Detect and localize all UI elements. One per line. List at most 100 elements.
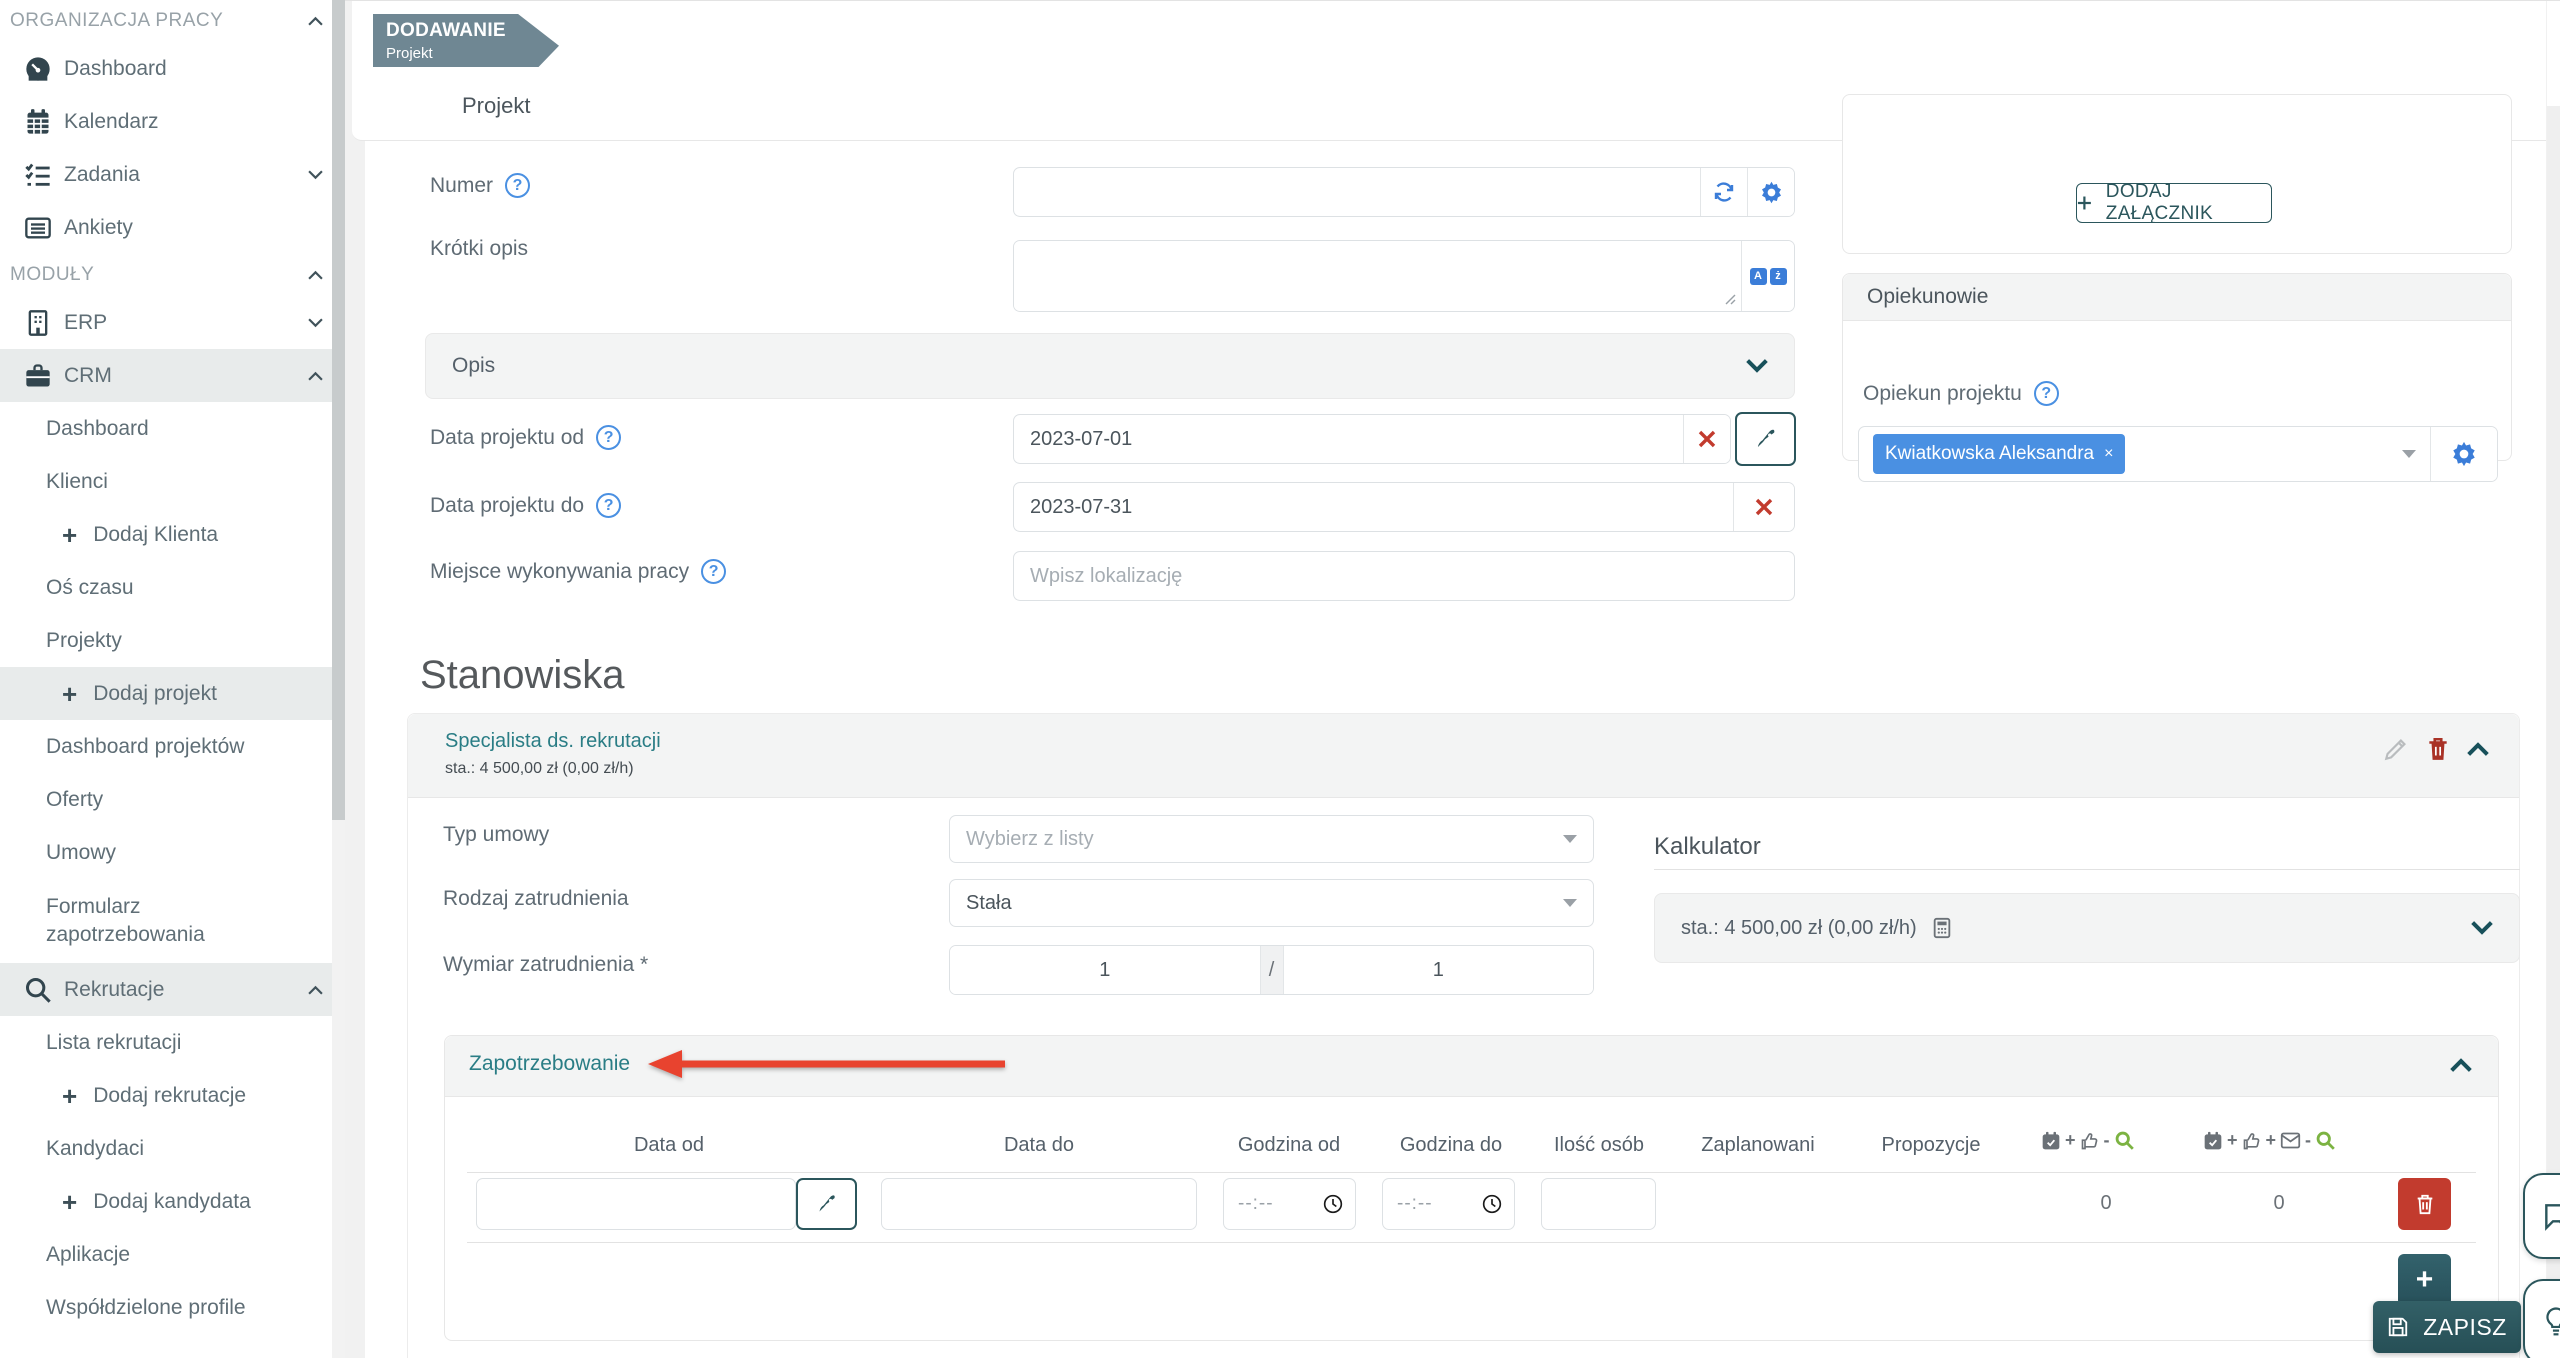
row-quick-date-button[interactable] [796,1178,857,1230]
col-data-od: Data od [569,1134,769,1157]
help-float-button[interactable] [2523,1279,2560,1358]
sidebar-item-dashboard-projektow[interactable]: Dashboard projektów [0,720,345,773]
sidebar-item-klienci[interactable]: Klienci [0,455,345,508]
calendar-check-icon [2203,1131,2223,1151]
tab-projekt[interactable]: Projekt [462,93,530,119]
opis-accordion[interactable]: Opis [425,333,1795,399]
wymiar-denominator-input[interactable]: 1 [1284,946,1594,994]
miejsce-input[interactable] [1013,551,1795,601]
edit-icon[interactable] [2383,736,2409,762]
chevron-up-icon [308,16,323,26]
demand-header[interactable]: Zapotrzebowanie [445,1036,2498,1097]
krotki-opis-textarea[interactable] [1014,241,1741,311]
chat-float-button[interactable] [2523,1173,2560,1259]
add-row-button[interactable]: + [2398,1254,2451,1306]
save-icon [2387,1316,2409,1338]
sidebar-item-zadania[interactable]: Zadania [0,148,345,201]
remove-tag-icon[interactable]: × [2104,445,2113,463]
data-od-input[interactable] [1014,415,1683,463]
help-icon[interactable]: ? [596,425,621,450]
help-icon[interactable]: ? [596,493,621,518]
building-icon [24,309,52,337]
scrollbar-corner [2547,1,2560,106]
numer-label-wrap: Numer ? [430,173,530,198]
main-content: DODAWANIE Projekt Projekt Numer ? Krótki… [345,0,2560,1358]
number-settings-button[interactable] [1747,168,1794,216]
sidebar-item-aplikacje[interactable]: Aplikacje [0,1228,345,1281]
sidebar-item-crm-dashboard[interactable]: Dashboard [0,402,345,455]
sidebar-scrollbar[interactable] [332,0,345,1358]
add-attachment-button[interactable]: DODAJ ZAŁĄCZNIK [2076,183,2272,223]
sidebar: ORGANIZACJA PRACY Dashboard Kalendarz Za… [0,0,345,1358]
row-planned-count: 0 [2066,1192,2146,1215]
clock-icon [1323,1194,1343,1214]
sidebar-item-os-czasu[interactable]: Oś czasu [0,561,345,614]
search-icon [2114,1130,2135,1151]
sidebar-item-rekrutacje[interactable]: Rekrutacje [0,963,345,1016]
kalkulator-accordion[interactable]: sta.: 4 500,00 zł (0,00 zł/h) [1654,893,2520,963]
guardian-settings-button[interactable] [2430,427,2497,481]
chevron-up-icon[interactable] [2450,1058,2472,1072]
sidebar-item-crm[interactable]: CRM [0,349,345,402]
translate-button[interactable]: Aż [1741,241,1794,311]
row-godzina-od-input[interactable]: --:-- [1223,1178,1356,1230]
resize-grip-icon[interactable] [1724,293,1736,305]
row-ilosc-osob-input[interactable] [1541,1178,1656,1230]
numer-input[interactable] [1014,168,1700,216]
clear-date-od-button[interactable] [1683,415,1730,463]
regenerate-number-button[interactable] [1700,168,1747,216]
numer-group [1013,167,1795,217]
sidebar-item-dodaj-rekrutacje[interactable]: +Dodaj rekrutacje [0,1069,345,1122]
sidebar-section-organizacja[interactable]: ORGANIZACJA PRACY [0,0,345,42]
clear-date-do-button[interactable] [1733,483,1794,531]
row-data-do-input[interactable] [881,1178,1197,1230]
sidebar-item-umowy[interactable]: Umowy [0,826,345,879]
chevron-down-icon [308,170,323,180]
sidebar-item-dodaj-projekt[interactable]: +Dodaj projekt [0,667,345,720]
sidebar-item-dodaj-kandydata[interactable]: +Dodaj kandydata [0,1175,345,1228]
col-zaplanowani: Zaplanowani [1658,1134,1858,1157]
sidebar-item-wspoldzielone-profile[interactable]: Współdzielone profile [0,1281,345,1334]
typ-umowy-label-wrap: Typ umowy [443,823,549,847]
translate-icon: Aż [1750,268,1787,285]
data-do-input[interactable] [1014,483,1733,531]
row-godzina-do-input[interactable]: --:-- [1382,1178,1515,1230]
guardian-multiselect[interactable]: Kwiatkowska Aleksandra × [1859,427,2430,481]
sidebar-scrollbar-thumb[interactable] [332,0,345,820]
quick-date-od-button[interactable] [1735,412,1796,466]
search-icon [24,976,52,1004]
breadcrumb-entity: Projekt [386,45,559,62]
save-button[interactable]: ZAPISZ [2373,1301,2521,1353]
wymiar-numerator-input[interactable]: 1 [950,946,1260,994]
row-delete-button[interactable] [2398,1178,2451,1230]
sidebar-item-projekty[interactable]: Projekty [0,614,345,667]
sidebar-item-dodaj-klienta[interactable]: +Dodaj Klienta [0,508,345,561]
sidebar-section-moduly[interactable]: MODUŁY [0,254,345,296]
sidebar-item-oferty[interactable]: Oferty [0,773,345,826]
sidebar-item-formularz-zapotrzebowania[interactable]: Formularz zapotrzebowania [0,879,345,963]
guardians-card: Opiekunowie Opiekun projektu ? Kwiatkows… [1842,273,2512,461]
sidebar-item-erp[interactable]: ERP [0,296,345,349]
rodzaj-select[interactable]: Stała [949,879,1594,927]
sidebar-item-lista-rekrutacji[interactable]: Lista rekrutacji [0,1016,345,1069]
wymiar-label-wrap: Wymiar zatrudnienia * [443,953,648,977]
typ-umowy-select[interactable]: Wybierz z listy [949,815,1594,863]
survey-icon [24,214,52,242]
help-icon[interactable]: ? [701,559,726,584]
sidebar-item-ankiety[interactable]: Ankiety [0,201,345,254]
gear-icon [1760,181,1783,204]
delete-position-icon[interactable] [2425,736,2451,762]
help-icon[interactable]: ? [505,173,530,198]
sidebar-item-label: Kalendarz [64,110,159,134]
dropdown-caret-icon [2402,450,2416,458]
sidebar-item-kalendarz[interactable]: Kalendarz [0,95,345,148]
chevron-up-icon[interactable] [2467,742,2489,756]
row-data-od-input[interactable] [476,1178,796,1230]
col-proposal-status-icons: + + - [2203,1130,2336,1151]
main-scrollbar[interactable] [2547,106,2560,1358]
position-card-header[interactable]: Specjalista ds. rekrutacji sta.: 4 500,0… [408,714,2519,798]
sidebar-item-dashboard[interactable]: Dashboard [0,42,345,95]
chevron-up-icon [308,270,323,280]
sidebar-item-kandydaci[interactable]: Kandydaci [0,1122,345,1175]
help-icon[interactable]: ? [2034,381,2059,406]
